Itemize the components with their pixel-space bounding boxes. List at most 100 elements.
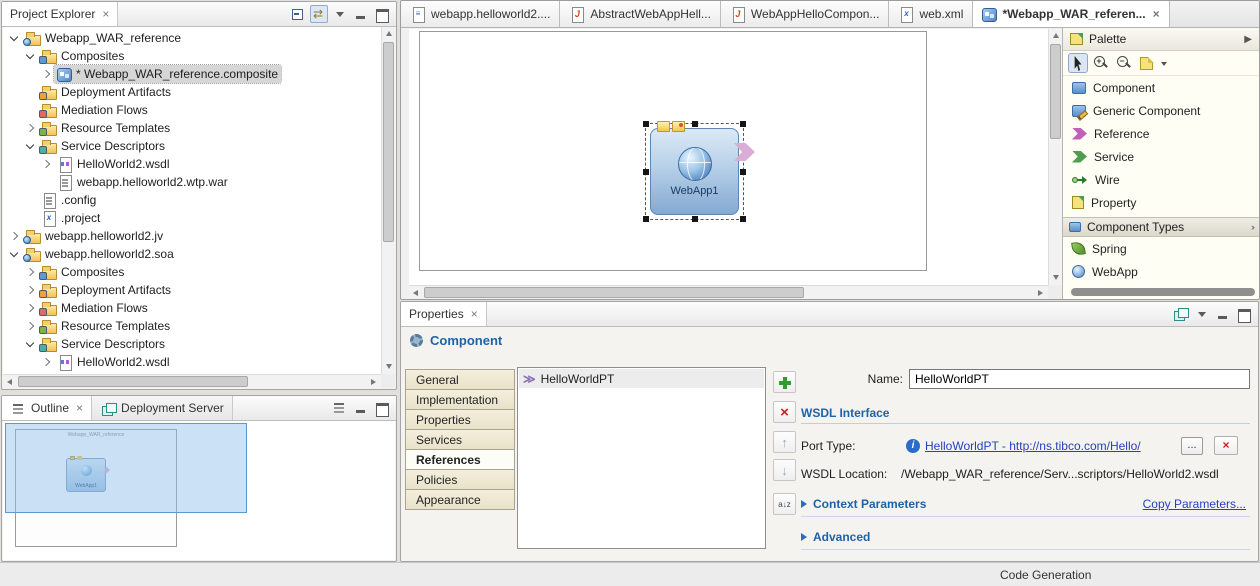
outline-tab[interactable]: Outline ×: [2, 396, 92, 420]
tree-item-composite-file[interactable]: * Webapp_WAR_reference.composite: [3, 65, 381, 83]
palette-item-component[interactable]: Component: [1063, 76, 1259, 99]
expander-icon[interactable]: [25, 267, 36, 278]
sort-az-button[interactable]: a↓z: [773, 493, 796, 515]
palette-item-generic-component[interactable]: Generic Component: [1063, 99, 1259, 122]
expander-icon[interactable]: [41, 159, 52, 170]
scrollbar-thumb[interactable]: [383, 42, 394, 242]
tree-item-project[interactable]: Webapp_WAR_reference: [3, 29, 381, 47]
view-menu-icon[interactable]: [331, 5, 349, 23]
tree-item-wsdl-file[interactable]: HelloWorld2.wsdl: [3, 155, 381, 173]
tree-item-project[interactable]: webapp.helloworld2.jv: [3, 227, 381, 245]
scroll-right-icon[interactable]: [367, 375, 381, 389]
tree-item-project-file[interactable]: x.project: [3, 209, 381, 227]
list-item-helloworldpt[interactable]: ≫ HelloWorldPT: [519, 369, 764, 388]
horizontal-scrollbar[interactable]: [3, 374, 381, 388]
tab-general[interactable]: General: [405, 369, 515, 390]
group-collapse-icon[interactable]: ››: [1251, 222, 1253, 232]
note-tool-icon[interactable]: [1137, 53, 1157, 73]
add-reference-button[interactable]: [773, 371, 796, 393]
composite-canvas[interactable]: WebApp1: [409, 29, 1048, 285]
tab-services[interactable]: Services: [405, 429, 515, 450]
palette-group-component-types[interactable]: Component Types ››: [1063, 217, 1259, 237]
close-icon[interactable]: ×: [76, 401, 83, 415]
editor-tab[interactable]: JWebAppHelloCompon...: [721, 1, 890, 27]
expander-icon[interactable]: [9, 231, 20, 242]
scroll-left-icon[interactable]: [3, 375, 17, 389]
layout-icon[interactable]: [331, 399, 349, 417]
scroll-down-icon[interactable]: [382, 360, 396, 374]
collapse-all-icon[interactable]: [289, 5, 307, 23]
palette-scrollbar-thumb[interactable]: [1071, 288, 1255, 296]
tree-item-folder[interactable]: Mediation Flows: [3, 101, 381, 119]
expander-icon[interactable]: [9, 249, 20, 260]
scrollbar-thumb[interactable]: [18, 376, 248, 387]
clear-port-type-button[interactable]: ×: [1214, 436, 1238, 455]
tree-item-wsdl-file[interactable]: HelloWorld2.wsdl: [3, 353, 381, 371]
vertical-scrollbar[interactable]: [381, 27, 395, 374]
palette-header[interactable]: Palette ▶: [1063, 28, 1259, 51]
editor-tab[interactable]: xweb.xml: [889, 1, 973, 27]
expander-icon[interactable]: [25, 303, 36, 314]
tree-item-folder[interactable]: Service Descriptors: [3, 137, 381, 155]
tree-item-folder[interactable]: Service Descriptors: [3, 335, 381, 353]
palette-item-wire[interactable]: Wire: [1063, 168, 1259, 191]
expand-icon[interactable]: [801, 500, 807, 508]
tab-references[interactable]: References: [405, 449, 515, 470]
scrollbar-thumb[interactable]: [424, 287, 804, 298]
context-parameters-section[interactable]: Context Parameters Copy Parameters...: [801, 497, 1250, 517]
view-menu-icon[interactable]: [1193, 305, 1211, 323]
editor-tab-active[interactable]: *Webapp_WAR_referen...×: [973, 1, 1169, 27]
scroll-up-icon[interactable]: [1049, 29, 1063, 43]
expander-icon[interactable]: [25, 321, 36, 332]
expander-icon[interactable]: [25, 123, 36, 134]
tree-item-folder[interactable]: Deployment Artifacts: [3, 83, 381, 101]
tree-item-folder[interactable]: Composites: [3, 47, 381, 65]
collapse-palette-icon[interactable]: ▶: [1244, 34, 1252, 45]
selection-handle[interactable]: [643, 169, 649, 175]
component-webapp1[interactable]: WebApp1: [650, 128, 739, 215]
copy-parameters-link[interactable]: Copy Parameters...: [1143, 497, 1246, 511]
canvas-horizontal-scrollbar[interactable]: [409, 285, 1048, 299]
expander-icon[interactable]: [41, 69, 52, 80]
tree-item-config-file[interactable]: .config: [3, 191, 381, 209]
expander-icon[interactable]: [41, 357, 52, 368]
palette-item-webapp[interactable]: WebApp: [1063, 260, 1259, 283]
tab-implementation[interactable]: Implementation: [405, 389, 515, 410]
advanced-section[interactable]: Advanced: [801, 530, 1250, 550]
scrollbar-thumb[interactable]: [1050, 44, 1061, 139]
references-list[interactable]: ≫ HelloWorldPT: [517, 367, 766, 549]
selection-handle[interactable]: [643, 121, 649, 127]
selection-handle[interactable]: [643, 216, 649, 222]
editor-tab[interactable]: ≡webapp.helloworld2....: [401, 1, 560, 27]
properties-tab[interactable]: Properties ×: [401, 302, 487, 326]
new-properties-view-icon[interactable]: [1172, 305, 1190, 323]
palette-item-spring[interactable]: Spring: [1063, 237, 1259, 260]
tree-item-war-file[interactable]: webapp.helloworld2.wtp.war: [3, 173, 381, 191]
minimize-icon[interactable]: [352, 5, 370, 23]
select-tool-icon[interactable]: [1068, 53, 1088, 73]
note-dropdown-icon[interactable]: [1160, 54, 1169, 72]
outline-viewport[interactable]: [5, 423, 247, 513]
expand-icon[interactable]: [801, 533, 807, 541]
maximize-icon[interactable]: [373, 399, 391, 417]
canvas-vertical-scrollbar[interactable]: [1048, 29, 1062, 285]
close-icon[interactable]: ×: [471, 307, 478, 321]
scroll-down-icon[interactable]: [1049, 271, 1063, 285]
move-down-button[interactable]: ↓: [773, 459, 796, 481]
tree-item-project[interactable]: webapp.helloworld2.soa: [3, 245, 381, 263]
scroll-right-icon[interactable]: [1034, 286, 1048, 300]
delete-reference-button[interactable]: ×: [773, 401, 796, 423]
tree-item-folder[interactable]: Mediation Flows: [3, 299, 381, 317]
tab-appearance[interactable]: Appearance: [405, 489, 515, 510]
selection-handle[interactable]: [740, 216, 746, 222]
move-up-button[interactable]: ↑: [773, 431, 796, 453]
selection-handle[interactable]: [740, 169, 746, 175]
expander-icon[interactable]: [25, 285, 36, 296]
palette-item-reference[interactable]: Reference: [1063, 122, 1259, 145]
link-with-editor-icon[interactable]: [310, 5, 328, 23]
palette-item-service[interactable]: Service: [1063, 145, 1259, 168]
close-icon[interactable]: ×: [102, 7, 109, 21]
maximize-icon[interactable]: [373, 5, 391, 23]
scroll-left-icon[interactable]: [409, 286, 423, 300]
expander-icon[interactable]: [25, 51, 36, 62]
